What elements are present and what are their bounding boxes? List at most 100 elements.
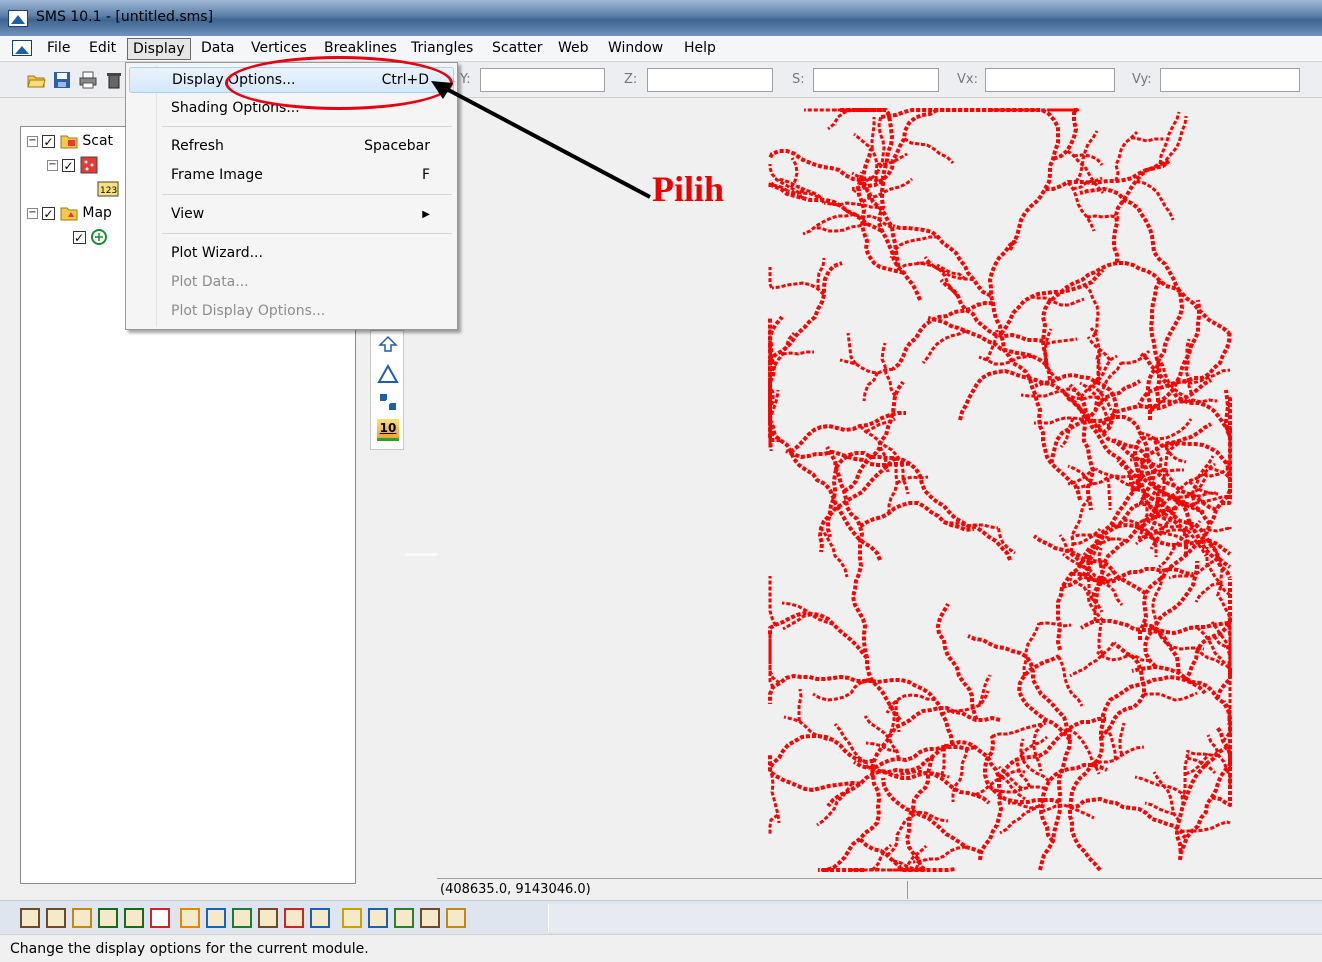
river-segment	[843, 380, 905, 493]
river-segment	[870, 117, 876, 150]
menu-help[interactable]: Help	[679, 38, 721, 60]
vx-coord-field[interactable]	[985, 68, 1115, 92]
visibility-checkbox[interactable]	[73, 228, 86, 248]
map-module-icon[interactable]	[180, 908, 200, 928]
submenu-arrow-icon: ▶	[422, 209, 430, 220]
river-segment	[941, 690, 990, 716]
delete-icon[interactable]	[104, 70, 124, 90]
menu-bar: File Edit Display Data Vertices Breaklin…	[0, 36, 1322, 62]
mesh-2-icon[interactable]	[46, 908, 66, 928]
status-message: Change the display options for the curre…	[10, 941, 369, 957]
river-segment	[937, 108, 1060, 251]
river-segment	[1057, 655, 1084, 707]
menu-data[interactable]: Data	[196, 38, 239, 60]
collapse-icon[interactable]: −	[47, 159, 58, 171]
time-icon[interactable]	[310, 908, 330, 928]
river-segment	[812, 680, 863, 702]
river-segment	[1180, 820, 1231, 833]
panel-divider	[405, 553, 437, 556]
menu-separator	[162, 194, 452, 195]
river-segment	[1066, 181, 1096, 232]
river-segment	[1201, 525, 1232, 533]
menu-file[interactable]: File	[42, 38, 75, 60]
menu-item-view[interactable]: View ▶	[129, 202, 454, 228]
river-segment	[863, 715, 900, 760]
visibility-checkbox[interactable]	[62, 156, 76, 176]
river-segment	[1144, 801, 1175, 816]
gis-module-icon[interactable]	[206, 908, 226, 928]
s-coord-field[interactable]	[813, 68, 939, 92]
contour-10-icon[interactable]: 10	[377, 419, 399, 441]
mesh-module-icon[interactable]	[20, 908, 40, 928]
river-segment	[826, 451, 1012, 561]
display-icon[interactable]	[394, 908, 414, 928]
z-coord-field[interactable]	[647, 68, 773, 92]
mesh-3-icon[interactable]	[72, 908, 92, 928]
river-segment	[1030, 295, 1085, 307]
visibility-checkbox[interactable]	[42, 132, 56, 152]
river-segment	[921, 329, 967, 364]
river-segment	[1086, 214, 1120, 220]
select-vertex-icon[interactable]	[377, 335, 399, 357]
tree-node-coverage[interactable]	[73, 227, 108, 248]
cursor-coordinates: (408635.0, 9143046.0)	[440, 882, 591, 897]
vy-coord-label: Vy:	[1132, 72, 1152, 87]
menu-item-refresh[interactable]: Refresh Spacebar	[129, 134, 454, 160]
window-title: SMS 10.1 - [untitled.sms]	[36, 9, 214, 25]
river-segment	[768, 261, 843, 363]
tree-node-map-folder[interactable]: − Map	[27, 203, 112, 224]
coverage-icon	[91, 229, 108, 245]
create-triangle-icon[interactable]	[377, 363, 399, 385]
menu-item-plot-wizard[interactable]: Plot Wizard...	[129, 241, 454, 267]
light-icon[interactable]	[342, 908, 362, 928]
tree-node-scatter-folder[interactable]: − Scat	[27, 131, 114, 152]
plot-icon[interactable]	[446, 908, 466, 928]
tree-node-label: Scat	[82, 133, 114, 149]
river-segment	[889, 235, 939, 259]
collapse-icon[interactable]: −	[27, 207, 38, 219]
tree-node-dataset[interactable]: 123	[97, 179, 119, 199]
menu-window[interactable]: Window	[603, 38, 668, 60]
scatter-folder-icon	[60, 135, 78, 149]
menu-display[interactable]: Display	[127, 38, 191, 60]
river-segment	[1194, 581, 1221, 603]
grid-2-icon[interactable]	[124, 908, 144, 928]
river-icon[interactable]	[284, 908, 304, 928]
open-icon[interactable]	[26, 70, 46, 90]
menu-web[interactable]: Web	[553, 38, 594, 60]
river-segment	[768, 576, 777, 627]
grid-icon[interactable]	[98, 908, 118, 928]
river-segment	[978, 674, 992, 705]
river-segment	[768, 674, 873, 704]
river-segment	[1184, 339, 1197, 395]
particle-icon[interactable]	[232, 908, 252, 928]
save-icon[interactable]	[52, 70, 72, 90]
status-divider	[907, 881, 908, 899]
generic-model-icon[interactable]	[258, 908, 278, 928]
river-segment	[870, 766, 991, 805]
river-segment	[859, 501, 975, 532]
visibility-checkbox[interactable]	[42, 204, 56, 224]
river-segment	[768, 267, 773, 289]
river-segment	[967, 634, 1072, 871]
menu-item-plot-data: Plot Data...	[129, 270, 454, 296]
shading-icon[interactable]	[368, 908, 388, 928]
menu-item-frame-image[interactable]: Frame Image F	[129, 163, 454, 189]
river-segment	[861, 177, 913, 204]
menu-edit[interactable]: Edit	[84, 38, 121, 60]
river-segment	[1105, 728, 1117, 760]
scatter-module-icon[interactable]	[150, 908, 170, 928]
menu-triangles[interactable]: Triangles	[406, 38, 478, 60]
tree-node-scatter-set[interactable]: −	[47, 155, 98, 176]
river-segment	[1097, 622, 1104, 655]
river-segment	[782, 350, 814, 356]
collapse-icon[interactable]: −	[27, 135, 38, 147]
graphics-window[interactable]	[437, 98, 1322, 878]
print-icon[interactable]	[78, 70, 98, 90]
scatter-tool-icon[interactable]	[377, 391, 399, 413]
document-icon[interactable]	[12, 40, 32, 56]
properties-icon[interactable]	[420, 908, 440, 928]
vy-coord-field[interactable]	[1160, 68, 1300, 92]
menu-item-label: View	[171, 206, 205, 222]
menu-scatter[interactable]: Scatter	[487, 38, 548, 60]
